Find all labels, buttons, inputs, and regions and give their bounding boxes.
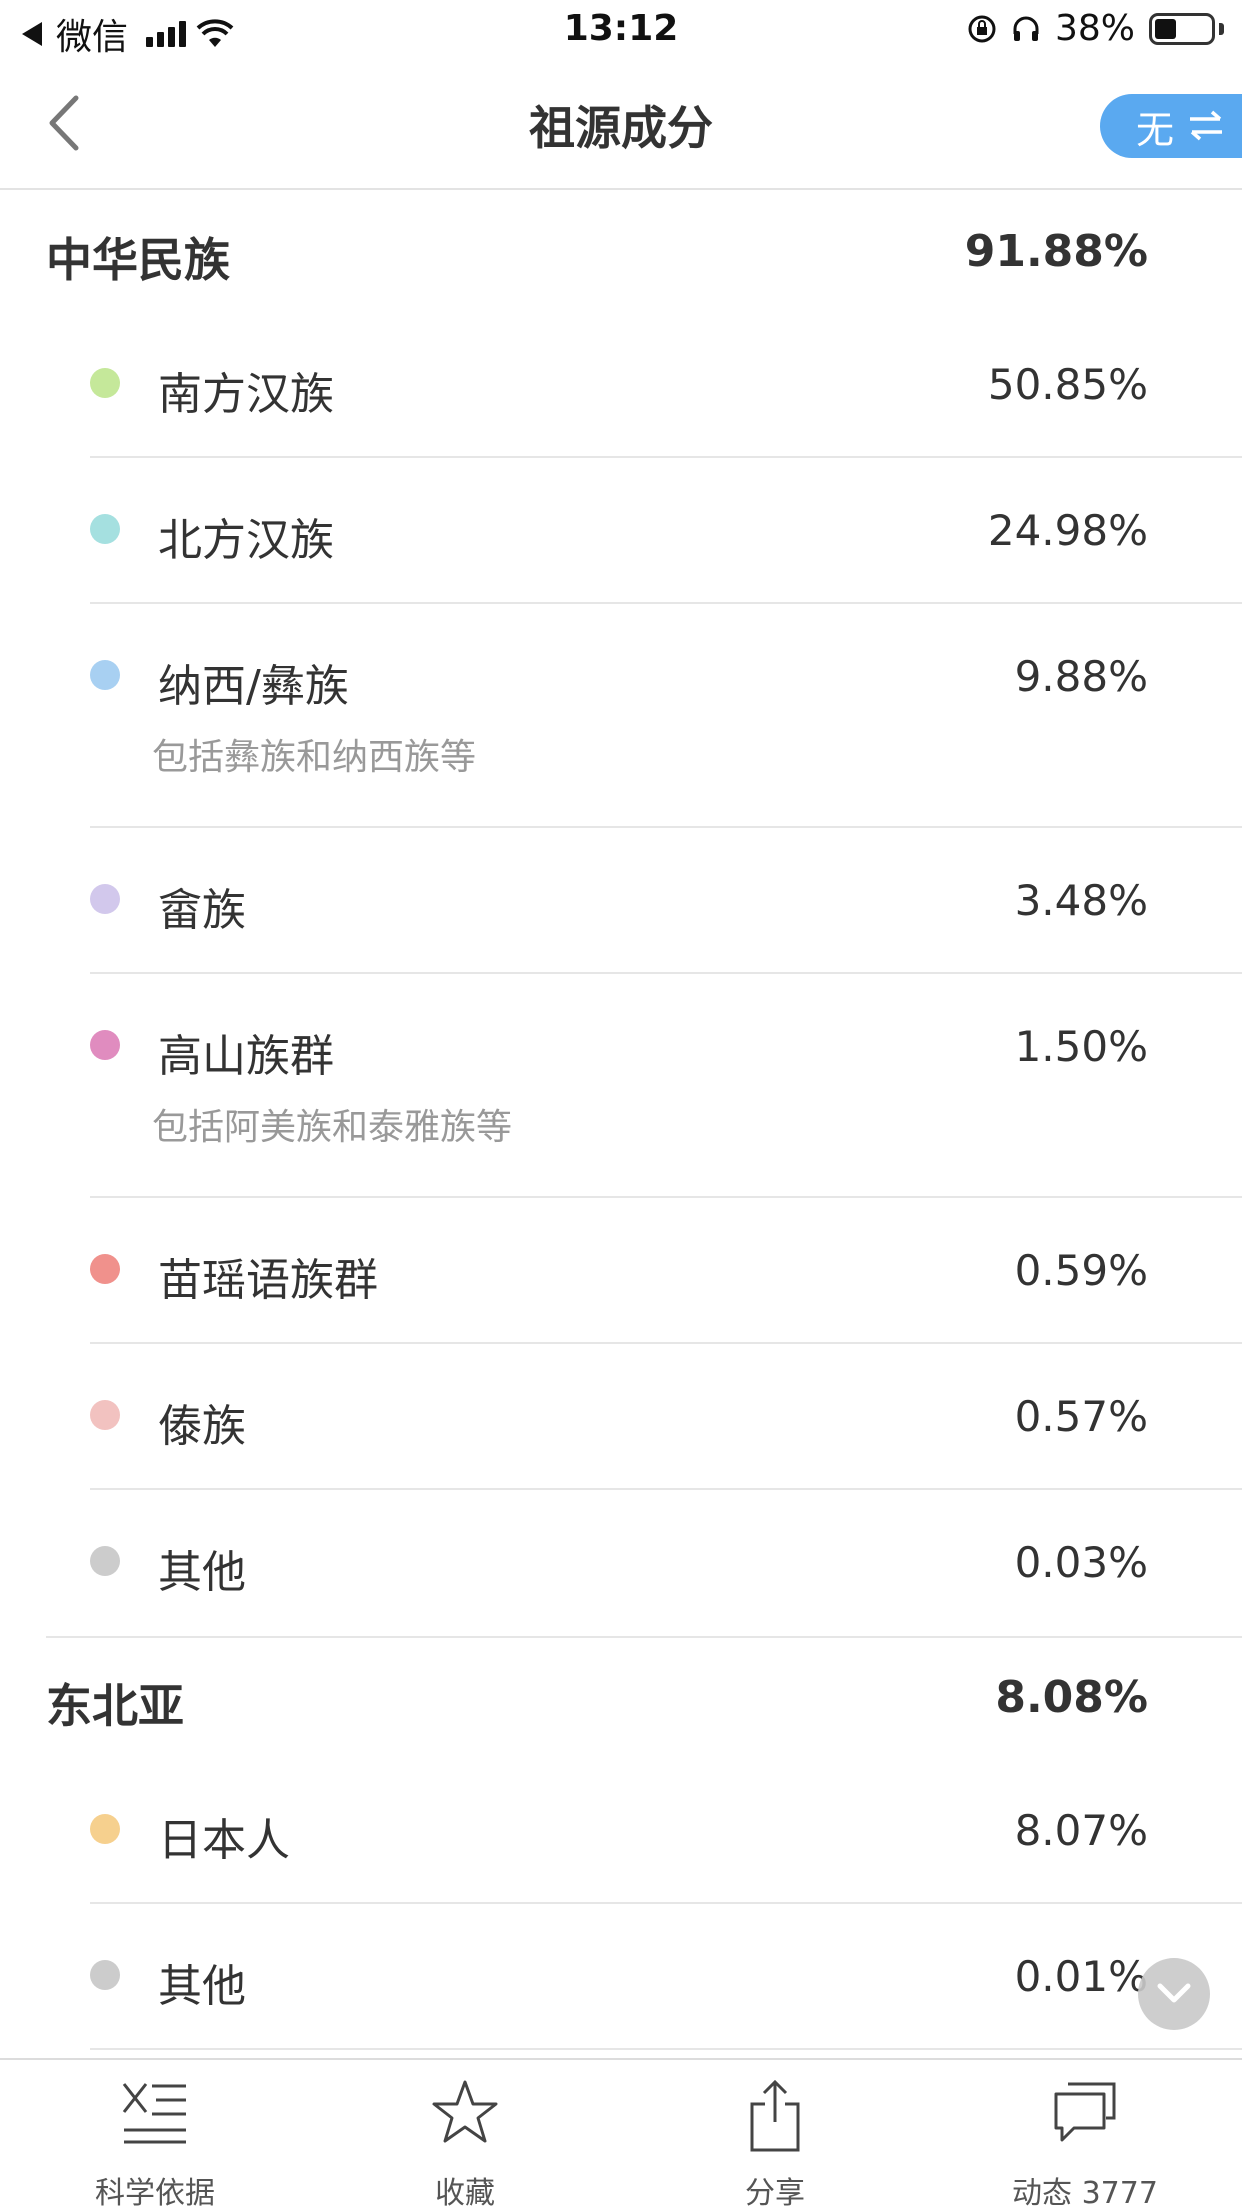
list-item[interactable]: 苗瑶语族群 0.59% xyxy=(90,1198,1242,1344)
tab-science-basis[interactable]: 科学依据 xyxy=(0,2060,310,2208)
ancestry-page: 微信 13:12 38% 祖源成分 无 中华民族 91.88% 南方汉族 50.… xyxy=(0,0,1242,2208)
item-name: 高山族群 xyxy=(158,1031,334,1082)
list-item[interactable]: 傣族 0.57% xyxy=(90,1344,1242,1490)
item-name: 其他 xyxy=(158,1961,246,2012)
tab-label: 科学依据 xyxy=(95,2176,215,2208)
item-percent: 0.57% xyxy=(1014,1392,1148,1441)
science-basis-icon xyxy=(122,2083,186,2144)
item-percent: 8.07% xyxy=(1014,1806,1148,1855)
scroll-down-button[interactable] xyxy=(1138,1958,1210,2030)
ancestry-list: 中华民族 91.88% 南方汉族 50.85% 北方汉族 24.98% 纳西/彝… xyxy=(0,192,1242,2050)
tab-label: 动态 3777 xyxy=(1012,2176,1158,2208)
item-percent: 50.85% xyxy=(987,360,1148,409)
share-icon xyxy=(750,2079,800,2152)
chevron-down-icon xyxy=(1157,1983,1191,2003)
battery-icon xyxy=(1149,12,1215,45)
battery-tip xyxy=(1219,22,1224,35)
page-title: 祖源成分 xyxy=(529,101,713,155)
item-name: 南方汉族 xyxy=(158,369,334,420)
tab-share[interactable]: 分享 xyxy=(620,2060,930,2208)
item-name: 纳西/彝族 xyxy=(158,661,349,712)
color-dot xyxy=(90,1254,120,1284)
item-percent: 0.01% xyxy=(1014,1952,1148,2001)
tab-label: 分享 xyxy=(745,2176,805,2208)
list-item[interactable]: 日本人 8.07% xyxy=(90,1758,1242,1904)
color-dot xyxy=(90,660,120,690)
item-name: 苗瑶语族群 xyxy=(158,1255,378,1306)
list-item[interactable]: 纳西/彝族 9.88% 包括彝族和纳西族等 xyxy=(90,604,1242,828)
switch-button[interactable]: 无 xyxy=(1100,94,1242,158)
group-name: 中华民族 xyxy=(46,233,230,287)
color-dot xyxy=(90,1546,120,1576)
item-percent: 1.50% xyxy=(1014,1022,1148,1071)
item-percent: 9.88% xyxy=(1014,652,1148,701)
rotation-lock-icon xyxy=(968,15,996,42)
item-note: 包括彝族和纳西族等 xyxy=(152,737,477,778)
chat-bubbles-icon xyxy=(1054,2082,1116,2142)
star-icon xyxy=(432,2080,498,2143)
nav-bar: 祖源成分 无 xyxy=(0,62,1242,190)
group-percent: 91.88% xyxy=(964,226,1148,277)
color-dot xyxy=(90,1960,120,1990)
item-name: 北方汉族 xyxy=(158,515,334,566)
group-name: 东北亚 xyxy=(46,1679,184,1733)
item-percent: 24.98% xyxy=(987,506,1148,555)
swap-arrows-icon xyxy=(1190,110,1223,141)
battery-level xyxy=(1155,18,1176,39)
list-item[interactable]: 畲族 3.48% xyxy=(90,828,1242,974)
color-dot xyxy=(90,1814,120,1844)
switch-label: 无 xyxy=(1136,107,1175,152)
item-name: 傣族 xyxy=(158,1401,246,1452)
color-dot xyxy=(90,514,120,544)
status-right: 38% xyxy=(967,8,1224,49)
list-item[interactable]: 高山族群 1.50% 包括阿美族和泰雅族等 xyxy=(90,974,1242,1198)
group-header: 中华民族 91.88% xyxy=(0,192,1242,312)
color-dot xyxy=(90,1400,120,1430)
group-percent: 8.08% xyxy=(995,1672,1148,1723)
list-item[interactable]: 南方汉族 50.85% xyxy=(90,312,1242,458)
item-note: 包括阿美族和泰雅族等 xyxy=(152,1107,513,1148)
item-percent: 0.03% xyxy=(1014,1538,1148,1587)
list-item[interactable]: 北方汉族 24.98% xyxy=(90,458,1242,604)
color-dot xyxy=(90,368,120,398)
color-dot xyxy=(90,884,120,914)
group-header: 东北亚 8.08% xyxy=(0,1638,1242,1758)
headphones-icon xyxy=(1013,16,1039,41)
item-name: 日本人 xyxy=(158,1815,290,1866)
item-percent: 0.59% xyxy=(1014,1246,1148,1295)
status-bar: 微信 13:12 38% xyxy=(0,0,1242,62)
item-name: 其他 xyxy=(158,1547,246,1598)
list-item[interactable]: 其他 0.01% xyxy=(90,1904,1242,2050)
color-dot xyxy=(90,1030,120,1060)
item-name: 畲族 xyxy=(158,885,246,936)
tab-label: 收藏 xyxy=(435,2176,495,2208)
list-item[interactable]: 其他 0.03% xyxy=(90,1490,1242,1636)
tab-activity[interactable]: 动态 3777 xyxy=(930,2060,1240,2208)
tab-favorite[interactable]: 收藏 xyxy=(310,2060,620,2208)
battery-percent: 38% xyxy=(1054,8,1135,49)
item-percent: 3.48% xyxy=(1014,876,1148,925)
tab-bar: 科学依据 收藏 分享 动态 3777 xyxy=(0,2058,1242,2208)
